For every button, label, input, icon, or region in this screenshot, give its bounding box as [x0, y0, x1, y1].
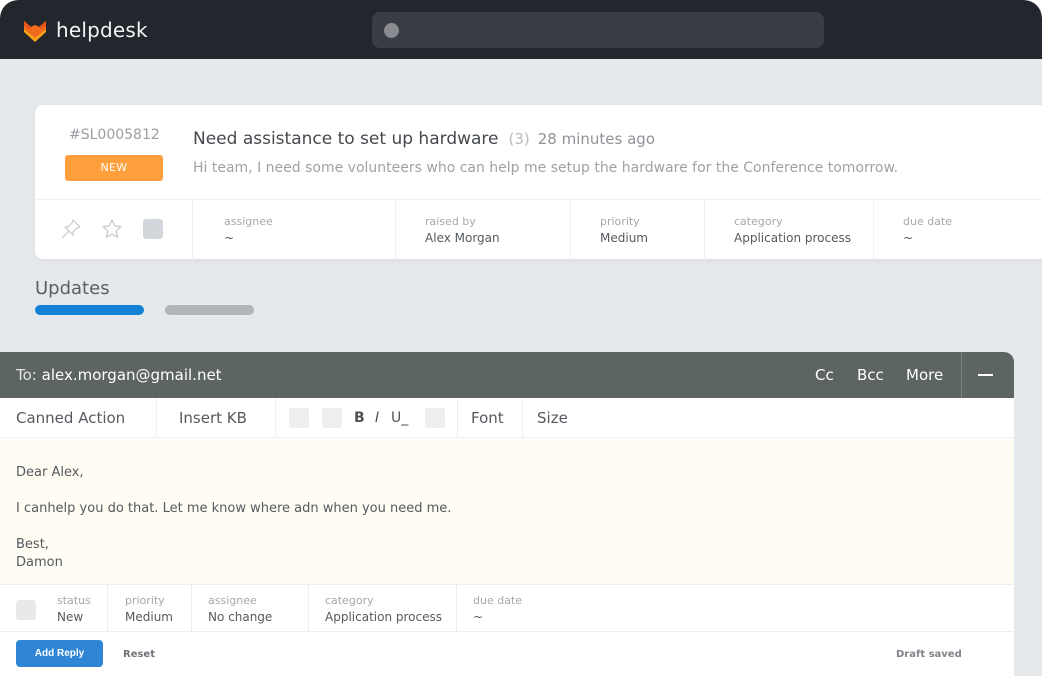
meta-label: assignee: [208, 594, 257, 607]
ticket-meta-row: assignee ~ raised by Alex Morgan priorit…: [35, 199, 1042, 260]
reply-meta-status[interactable]: status New: [0, 585, 108, 633]
font-dropdown[interactable]: Font: [458, 398, 523, 438]
app-window: helpdesk #SL0005812 NEW Need assistance …: [0, 0, 1042, 676]
reply-meta-row: status New priority Medium assignee No c…: [0, 584, 1014, 633]
ticket-actions: [35, 200, 193, 260]
more-button[interactable]: More: [906, 366, 943, 384]
meta-assignee[interactable]: assignee ~: [193, 200, 396, 260]
ticket-description: Hi team, I need some volunteers who can …: [193, 160, 899, 176]
brand-name: helpdesk: [56, 18, 148, 42]
updates-heading: Updates: [35, 278, 110, 299]
reply-editor[interactable]: Dear Alex, I canhelp you do that. Let me…: [0, 439, 1014, 584]
meta-label: raised by: [425, 215, 476, 228]
reply-meta-due-date[interactable]: due date ~: [457, 585, 1014, 633]
underline-button[interactable]: U_: [391, 398, 408, 438]
reply-meta-assignee[interactable]: assignee No change: [192, 585, 309, 633]
editor-signoff: Best,: [16, 537, 49, 552]
meta-value: Alex Morgan: [425, 231, 500, 245]
reply-meta-priority[interactable]: priority Medium: [108, 585, 192, 633]
meta-priority[interactable]: priority Medium: [571, 200, 705, 260]
ticket-id: #SL0005812: [69, 127, 160, 143]
meta-due-date[interactable]: due date ~: [874, 200, 1042, 260]
reset-button[interactable]: Reset: [123, 649, 155, 660]
meta-label: category: [325, 594, 374, 607]
ticket-card: #SL0005812 NEW Need assistance to set up…: [35, 105, 1042, 260]
meta-raised-by: raised by Alex Morgan: [396, 200, 571, 260]
meta-label: due date: [903, 215, 953, 228]
add-reply-button[interactable]: Add Reply: [16, 640, 103, 667]
canned-action-button[interactable]: Canned Action: [0, 398, 157, 438]
bold-button[interactable]: B: [354, 398, 365, 438]
meta-value: Application process: [734, 231, 851, 245]
meta-value: ~: [903, 231, 914, 245]
meta-label: priority: [600, 215, 640, 228]
updates-tab-inactive[interactable]: [165, 305, 254, 315]
recipient-email[interactable]: alex.morgan@gmail.net: [42, 366, 222, 384]
size-dropdown[interactable]: Size: [523, 398, 1014, 438]
fox-logo-icon: [24, 21, 46, 42]
editor-greeting: Dear Alex,: [16, 465, 84, 480]
meta-value: Application process: [325, 610, 442, 624]
header-divider: [961, 352, 962, 398]
format-group: B I U_: [276, 398, 458, 438]
composer-header: To: alex.morgan@gmail.net Cc Bcc More: [0, 352, 1014, 398]
meta-value: ~: [224, 231, 235, 245]
editor-toolbar: Canned Action Insert KB B I U_ Font Size: [0, 398, 1014, 438]
status-badge: NEW: [65, 155, 163, 181]
ticket-title-row: Need assistance to set up hardware (3) 28 …: [193, 129, 655, 149]
to-label: To:: [16, 366, 37, 384]
minimize-icon[interactable]: [978, 374, 993, 376]
format-icon[interactable]: [322, 408, 342, 428]
meta-value: No change: [208, 610, 273, 624]
star-icon[interactable]: [101, 218, 123, 240]
ticket-time: 28 minutes ago: [537, 130, 655, 148]
reply-meta-category[interactable]: category Application process: [309, 585, 457, 633]
italic-button[interactable]: I: [375, 398, 379, 438]
bcc-button[interactable]: Bcc: [857, 366, 884, 384]
search-input[interactable]: [372, 12, 824, 48]
meta-category[interactable]: category Application process: [705, 200, 874, 260]
pin-icon[interactable]: [60, 218, 82, 240]
top-bar: helpdesk: [0, 0, 1042, 59]
editor-signature: Damon: [16, 555, 63, 570]
meta-label: status: [57, 594, 91, 607]
format-icon[interactable]: [425, 408, 445, 428]
meta-label: due date: [473, 594, 523, 607]
meta-value: New: [57, 610, 84, 624]
meta-value: Medium: [125, 610, 173, 624]
draft-status: Draft saved: [896, 649, 962, 660]
reply-composer: To: alex.morgan@gmail.net Cc Bcc More Ca…: [0, 352, 1014, 676]
updates-tab-active[interactable]: [35, 305, 144, 315]
meta-label: assignee: [224, 215, 273, 228]
cc-button[interactable]: Cc: [815, 366, 834, 384]
meta-label: category: [734, 215, 783, 228]
meta-label: priority: [125, 594, 165, 607]
reply-count: (3): [508, 130, 530, 148]
recipient-row[interactable]: To: alex.morgan@gmail.net: [16, 366, 222, 384]
meta-value: ~: [473, 610, 484, 624]
search-dot-icon: [384, 23, 399, 38]
ticket-title[interactable]: Need assistance to set up hardware: [193, 129, 499, 149]
format-icon[interactable]: [289, 408, 309, 428]
editor-message: I canhelp you do that. Let me know where…: [16, 501, 452, 516]
select-checkbox[interactable]: [143, 219, 163, 239]
insert-kb-button[interactable]: Insert KB: [157, 398, 276, 438]
meta-value: Medium: [600, 231, 648, 245]
